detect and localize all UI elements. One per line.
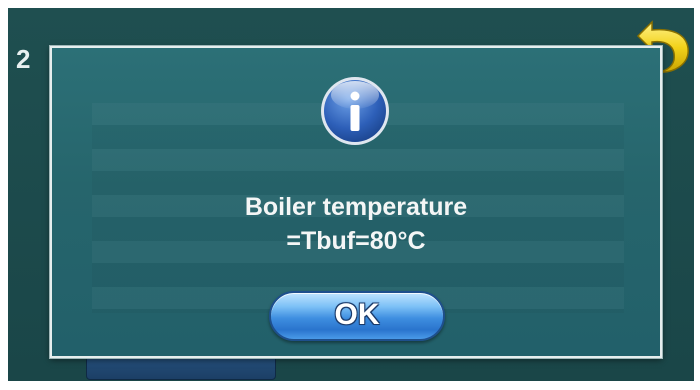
background-digit: 2 — [16, 44, 31, 74]
message-line-2: =Tbuf=80°C — [286, 227, 426, 255]
message-line-1: Boiler temperature — [244, 193, 468, 221]
ok-button-label: OK — [334, 298, 380, 331]
screen: 2 Boiler temperature =Tbuf=80°C OK — [8, 8, 694, 381]
info-icon — [321, 77, 389, 145]
ok-button[interactable]: OK — [269, 291, 445, 341]
dialog-message: Boiler temperature =Tbuf=80°C — [52, 190, 660, 258]
info-dialog: Boiler temperature =Tbuf=80°C OK — [50, 46, 662, 358]
device-frame: 2 Boiler temperature =Tbuf=80°C OK — [0, 0, 700, 390]
